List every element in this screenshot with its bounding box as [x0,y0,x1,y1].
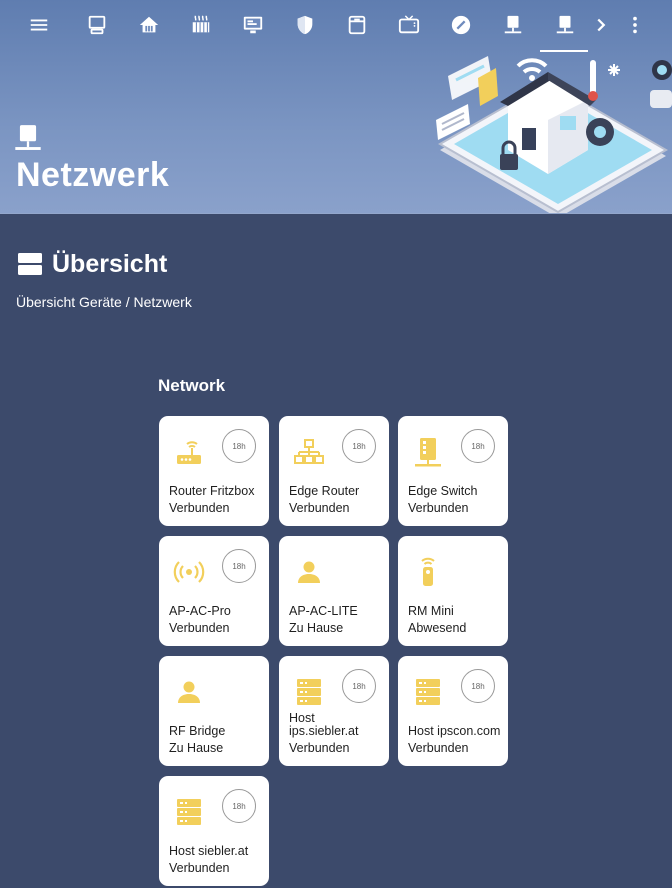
person-icon [173,676,205,708]
device-status: Abwesend [408,621,467,635]
desktop-icon[interactable] [84,12,110,38]
last-change-badge: 18h [461,429,495,463]
device-status: Zu Hause [289,621,344,635]
device-tile-ap-ac-lite[interactable]: AP-AC-LITE Zu Hause [279,536,389,646]
device-status: Verbunden [289,501,350,515]
device-status: Verbunden [169,621,230,635]
device-name: RM Mini [408,604,454,618]
shield-icon[interactable] [292,12,318,38]
server-icon [293,676,325,708]
device-tile-host-siebler[interactable]: 18h Host siebler.at Verbunden [159,776,269,886]
last-change-badge: 18h [461,669,495,703]
menu-icon[interactable] [26,12,52,38]
network-icon [14,124,42,154]
smart-home-illustration [436,56,672,213]
last-change-badge: 18h [222,549,256,583]
header: Netzwerk [0,0,672,214]
device-tile-host-ipscon[interactable]: 18h Host ipscon.com Verbunden [398,656,508,766]
router-icon [173,436,205,468]
person-icon [293,556,325,588]
device-name: Host ips.siebler.at [289,711,359,738]
device-tile-host-ips-siebler[interactable]: 18h Host ips.siebler.at Verbunden [279,656,389,766]
device-name: Edge Router [289,484,360,498]
device-status: Verbunden [289,741,350,755]
group-title: Network [158,376,226,395]
breadcrumb: Übersicht Geräte / Netzwerk [16,294,192,310]
device-status: Verbunden [169,861,230,875]
heater-icon[interactable] [188,12,214,38]
device-tile-edge-router[interactable]: 18h Edge Router Verbunden [279,416,389,526]
lan-icon [293,436,325,468]
page-title: Netzwerk [16,156,170,194]
device-name: Host ipscon.com [408,724,501,738]
home-icon[interactable] [136,12,162,38]
device-status: Verbunden [408,741,469,755]
device-tile-ap-ac-pro[interactable]: 18h AP-AC-Pro Verbunden [159,536,269,646]
chevron-right-icon[interactable] [588,12,614,38]
network-icon-active[interactable] [552,12,578,38]
device-name: AP-AC-Pro [169,604,231,618]
last-change-badge: 18h [342,669,376,703]
box-icon[interactable] [344,12,370,38]
device-status: Verbunden [408,501,469,515]
device-tile-edge-switch[interactable]: 18h Edge Switch Verbunden [398,416,508,526]
more-vert-icon[interactable] [622,12,648,38]
monitor-icon[interactable] [240,12,266,38]
network-icon[interactable] [500,12,526,38]
last-change-badge: 18h [222,789,256,823]
device-name: Host siebler.at [169,844,249,858]
last-change-badge: 18h [222,429,256,463]
access-point-icon [173,556,205,588]
server-icon [173,796,205,828]
view-agenda-icon [18,253,42,275]
server-icon [412,676,444,708]
device-status: Zu Hause [169,741,224,755]
remote-icon [412,556,444,588]
device-tile-router-fritzbox[interactable]: 18h Router Fritzbox Verbunden [159,416,269,526]
device-tile-rf-bridge[interactable]: RF Bridge Zu Hause [159,656,269,766]
section-title: Übersicht [52,250,168,278]
tv-icon[interactable] [396,12,422,38]
switch-icon [412,436,444,468]
device-status: Verbunden [169,501,230,515]
device-name: Router Fritzbox [169,484,255,498]
speedometer-icon[interactable] [448,12,474,38]
device-tile-rm-mini[interactable]: RM Mini Abwesend [398,536,508,646]
device-name: AP-AC-LITE [289,604,358,618]
device-name: Edge Switch [408,484,478,498]
device-name: RF Bridge [169,724,226,738]
last-change-badge: 18h [342,429,376,463]
